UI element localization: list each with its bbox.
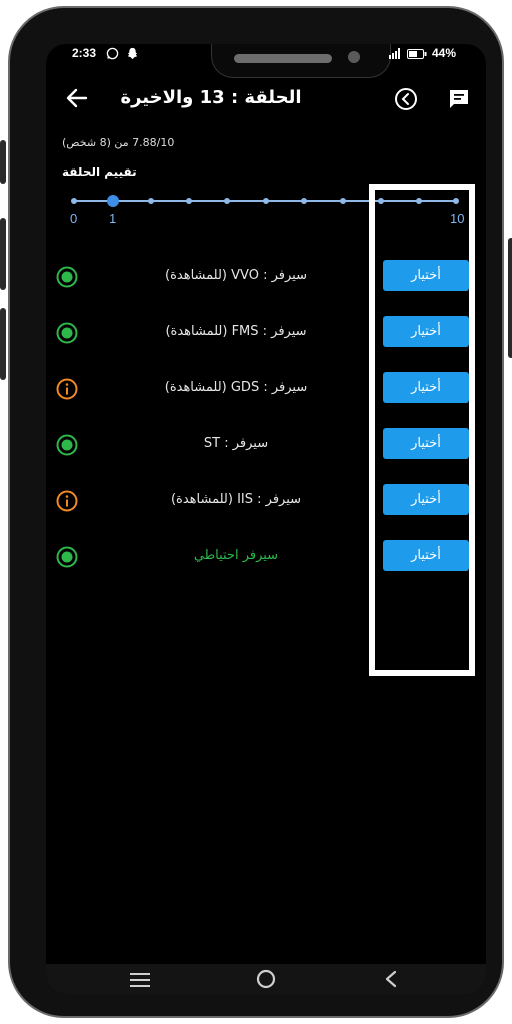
server-name: سيرفر : IIS (للمشاهدة) (170, 492, 302, 507)
slider-tick (263, 198, 269, 204)
highlight-box (369, 184, 475, 676)
comment-icon[interactable] (448, 88, 470, 110)
menu-icon[interactable] (130, 972, 150, 988)
slider-tick (340, 198, 346, 204)
check-circle-icon (56, 322, 78, 344)
server-name: سيرفر : VVO (للمشاهدة) (165, 268, 307, 283)
arrow-left-icon[interactable] (66, 88, 88, 108)
slider-tick (71, 198, 77, 204)
camera (348, 51, 360, 63)
phone-frame: 2:33 44% الحلقة : 13 والاخيرة 7.88/10 من… (0, 6, 512, 1018)
signal-icon (389, 48, 400, 59)
volume-down-button (0, 308, 6, 380)
server-name: سيرفر : FMS (للمشاهدة) (165, 324, 307, 339)
whatsapp-icon (106, 47, 119, 60)
chevron-circle-left-icon[interactable] (394, 87, 418, 111)
home-circle-icon[interactable] (256, 969, 276, 989)
side-button (0, 140, 6, 184)
slider-tick (186, 198, 192, 204)
check-circle-icon (56, 546, 78, 568)
snapchat-icon (127, 47, 138, 60)
rating-label: تقييم الحلقة (62, 165, 137, 179)
power-button (508, 238, 512, 358)
battery-icon (407, 49, 427, 59)
slider-tick (301, 198, 307, 204)
slider-current-label: 1 (109, 211, 117, 226)
slider-thumb[interactable] (107, 195, 119, 207)
rating-count: 7.88/10 من (8 شخص) (62, 136, 175, 149)
slider-min-label: 0 (70, 211, 78, 226)
server-name: سيرفر : GDS (للمشاهدة) (164, 380, 308, 395)
check-circle-icon (56, 434, 78, 456)
back-chevron-icon[interactable] (384, 970, 398, 988)
status-time: 2:33 (72, 46, 97, 60)
check-circle-icon (56, 266, 78, 288)
screen: 2:33 44% الحلقة : 13 والاخيرة 7.88/10 من… (46, 44, 486, 994)
navigation-bar (46, 964, 486, 994)
slider-tick (148, 198, 154, 204)
server-name: سيرفر : ST (203, 436, 269, 451)
backup-server-name: سيرفر احتياطي (193, 548, 279, 563)
notch (211, 44, 391, 78)
info-icon (56, 490, 78, 512)
episode-title: الحلقة : 13 والاخيرة (120, 87, 302, 108)
info-icon (56, 378, 78, 400)
volume-up-button (0, 218, 6, 290)
speaker (234, 54, 332, 63)
slider-tick (224, 198, 230, 204)
battery-percent: 44% (432, 46, 457, 60)
